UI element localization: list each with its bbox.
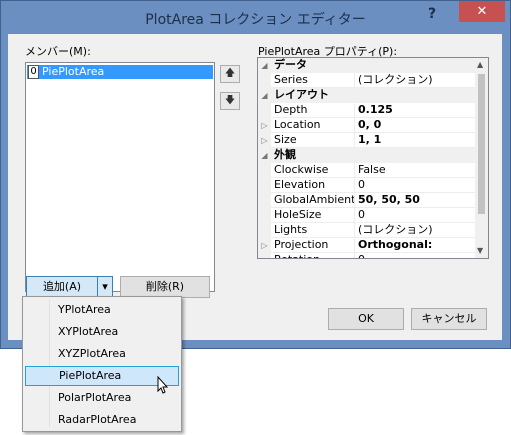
property-row[interactable]: Clockwise False [258, 163, 478, 178]
ok-button-label: OK [358, 312, 374, 325]
property-row[interactable]: Lights (コレクション) [258, 223, 478, 238]
row-gutter [258, 223, 271, 238]
title-bar[interactable]: PlotArea コレクション エディター ? ✕ [1, 1, 510, 34]
property-category-row[interactable]: ◢ データ [258, 58, 475, 73]
property-row[interactable]: ▷ Location 0, 0 [258, 118, 478, 133]
property-name: Projection [271, 238, 355, 253]
add-button-label: 追加(A) [42, 280, 82, 293]
row-gutter [258, 253, 271, 258]
property-name: Lights [271, 223, 355, 238]
property-value[interactable]: (コレクション) [355, 223, 478, 238]
scroll-thumb[interactable] [478, 74, 485, 214]
property-name: Depth [271, 103, 355, 118]
property-value[interactable]: (コレクション) [355, 73, 478, 88]
menu-item-yplotarea[interactable]: YPlotArea [25, 300, 177, 320]
property-value[interactable]: 1, 1 [355, 133, 478, 148]
property-row[interactable]: ▷ Size 1, 1 [258, 133, 478, 148]
menu-item-xyzplotarea[interactable]: XYZPlotArea [25, 344, 177, 364]
property-row[interactable]: Series (コレクション) [258, 73, 478, 88]
row-gutter [258, 103, 271, 118]
property-row[interactable]: HoleSize 0 [258, 208, 478, 223]
add-dropdown-menu: YPlotArea XYPlotArea XYZPlotArea PiePlotAre… [22, 296, 182, 432]
menu-item-xyplotarea[interactable]: XYPlotArea [25, 322, 177, 342]
help-button[interactable]: ? [428, 6, 436, 22]
close-button[interactable]: ✕ [459, 1, 505, 22]
property-row[interactable]: Elevation 0 [258, 178, 478, 193]
category-name: レイアウト [274, 88, 329, 101]
property-row[interactable]: Rotation0 [258, 253, 478, 258]
menu-item-pieplotarea[interactable]: PiePlotArea [25, 366, 179, 386]
property-row[interactable]: ▷ Projection Orthogonal: [258, 238, 478, 253]
menu-item-label: YPlotArea [58, 303, 111, 316]
property-value[interactable]: 0, 0 [355, 118, 478, 133]
property-name: Clockwise [271, 163, 355, 178]
arrow-down-icon: 🡇 [224, 95, 236, 106]
expand-icon[interactable]: ▷ [258, 118, 271, 133]
expand-icon[interactable]: ▷ [258, 238, 271, 253]
property-value[interactable]: 0 [355, 178, 478, 193]
scroll-down-icon[interactable]: ▼ [477, 246, 483, 255]
property-name: GlobalAmbientL [271, 193, 355, 208]
ok-button[interactable]: OK [328, 308, 404, 330]
move-down-button[interactable]: 🡇 [220, 92, 240, 110]
row-gutter [258, 193, 271, 208]
property-name: HoleSize [271, 208, 355, 223]
menu-item-label: PolarPlotArea [58, 391, 132, 404]
row-gutter [258, 163, 271, 178]
property-value[interactable]: False [355, 163, 478, 178]
chevron-down-icon: ▾ [102, 280, 108, 293]
row-gutter [258, 73, 271, 88]
add-dropdown-button[interactable]: ▾ [97, 276, 113, 298]
property-name: Rotation [271, 253, 355, 258]
add-button[interactable]: 追加(A) [26, 276, 98, 298]
collapse-icon[interactable]: ◢ [258, 58, 271, 73]
collapse-icon[interactable]: ◢ [258, 88, 271, 103]
list-item[interactable]: 0 PiePlotArea [27, 65, 213, 79]
property-grid-scrollbar[interactable]: ▲ ▼ [475, 58, 488, 258]
property-row[interactable]: Depth 0.125 [258, 103, 478, 118]
menu-item-radarplotarea[interactable]: RadarPlotArea [25, 410, 177, 430]
cancel-button-label: キャンセル [421, 312, 477, 325]
cancel-button[interactable]: キャンセル [411, 308, 487, 330]
members-list[interactable]: 0 PiePlotArea [25, 62, 215, 292]
row-gutter [258, 208, 271, 223]
row-gutter [258, 178, 271, 193]
property-value[interactable]: 0 [355, 253, 478, 258]
menu-item-label: PiePlotArea [59, 369, 122, 382]
property-category-row[interactable]: ◢ レイアウト [258, 88, 475, 103]
members-label: メンバー(M): [25, 45, 91, 58]
property-value[interactable]: 0.125 [355, 103, 478, 118]
remove-button[interactable]: 削除(R) [120, 276, 210, 298]
scroll-up-icon[interactable]: ▲ [477, 60, 483, 69]
property-name: Series [271, 73, 355, 88]
property-name: Elevation [271, 178, 355, 193]
property-value[interactable]: 50, 50, 50 [355, 193, 478, 208]
property-row[interactable]: GlobalAmbientL 50, 50, 50 [258, 193, 478, 208]
property-name: Location [271, 118, 355, 133]
menu-item-polarplotarea[interactable]: PolarPlotArea [25, 388, 177, 408]
move-up-button[interactable]: 🡅 [220, 65, 240, 83]
collapse-icon[interactable]: ◢ [258, 148, 271, 163]
menu-item-label: RadarPlotArea [58, 413, 137, 426]
category-name: 外観 [274, 148, 296, 161]
property-name: Size [271, 133, 355, 148]
menu-item-label: XYZPlotArea [58, 347, 126, 360]
list-item-index: 0 [28, 65, 39, 79]
list-item-name: PiePlotArea [42, 65, 105, 78]
property-category-row[interactable]: ◢ 外観 [258, 148, 475, 163]
remove-button-label: 削除(R) [145, 280, 185, 293]
category-name: データ [274, 58, 307, 71]
property-grid[interactable]: ◢ データ Series (コレクション) ◢ レイアウト Depth 0.125 ▷ Locat… [257, 57, 489, 259]
expand-icon[interactable]: ▷ [258, 133, 271, 148]
arrow-up-icon: 🡅 [224, 68, 236, 79]
property-value[interactable]: Orthogonal: [355, 238, 478, 253]
menu-item-label: XYPlotArea [58, 325, 119, 338]
property-value[interactable]: 0 [355, 208, 478, 223]
mouse-cursor-icon [157, 376, 169, 394]
